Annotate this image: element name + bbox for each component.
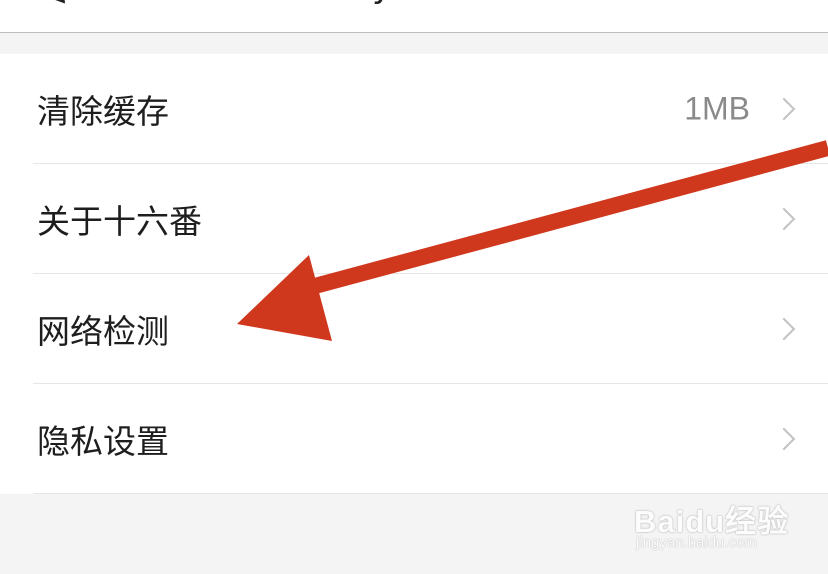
settings-item-label: 隐私设置 <box>37 422 169 461</box>
settings-item-label: 清除缓存 <box>37 92 169 131</box>
baidu-jingyan-watermark: Baidu经验 jingyan.baidu.com <box>634 488 804 560</box>
nav-bar: < y <box>0 0 828 33</box>
chevron-right-icon <box>772 97 796 121</box>
settings-list: 清除缓存 1MB 关于十六番 网络检测 隐私设置 <box>0 54 828 494</box>
chevron-right-icon <box>772 317 796 341</box>
page-title: y <box>372 0 392 6</box>
watermark-url: jingyan.baidu.com <box>636 534 757 551</box>
settings-item-clear-cache[interactable]: 清除缓存 1MB <box>0 54 828 164</box>
settings-item-label: 关于十六番 <box>37 202 202 241</box>
settings-item-network-check[interactable]: 网络检测 <box>0 274 828 384</box>
cache-size-value: 1MB <box>684 90 750 127</box>
settings-item-about[interactable]: 关于十六番 <box>0 164 828 274</box>
chevron-right-icon <box>772 207 796 231</box>
settings-item-label: 网络检测 <box>37 312 169 351</box>
chevron-right-icon <box>772 427 796 451</box>
back-icon[interactable]: < <box>40 0 69 14</box>
settings-item-privacy[interactable]: 隐私设置 <box>0 384 828 494</box>
divider <box>33 493 828 494</box>
watermark-brand: Baidu经验 <box>634 504 790 539</box>
